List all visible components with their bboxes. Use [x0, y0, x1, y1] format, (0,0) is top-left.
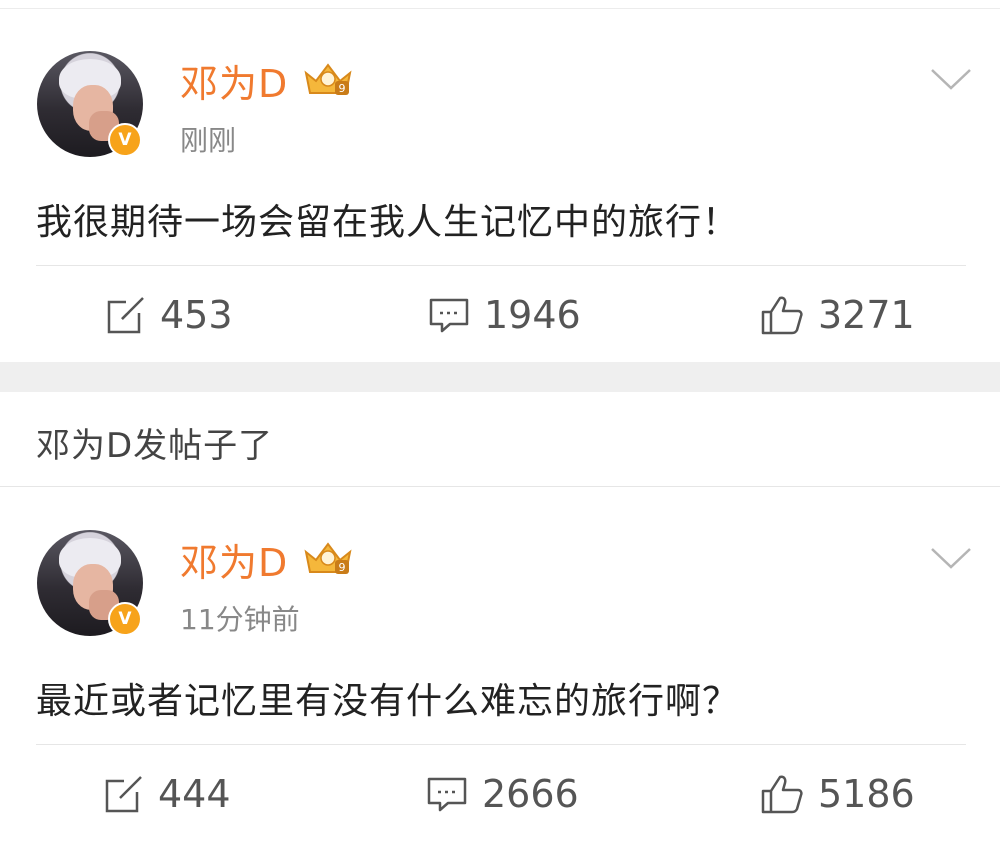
post-content: 最近或者记忆里有没有什么难忘的旅行啊？: [36, 681, 740, 722]
chevron-down-icon[interactable]: [930, 546, 972, 570]
comment-icon: [429, 298, 469, 333]
thumbs-up-icon: [761, 775, 803, 814]
verified-badge-icon: V: [108, 602, 142, 636]
level-number: 9: [339, 561, 346, 574]
crown-level-icon: 9: [304, 63, 352, 95]
author-name[interactable]: 邓为D: [180, 53, 288, 108]
like-button[interactable]: 3271: [760, 293, 915, 337]
like-button[interactable]: 5186: [760, 772, 915, 816]
top-divider: [0, 0, 1000, 9]
verified-badge-icon: V: [108, 123, 142, 157]
comment-count: 1946: [484, 293, 581, 337]
divider: [36, 265, 966, 266]
post-content: 我很期待一场会留在我人生记忆中的旅行！: [36, 202, 740, 243]
level-number: 9: [339, 82, 346, 95]
crown-level-icon: 9: [304, 542, 352, 574]
post-card: V 邓为D 9 11分钟前 最近或者记忆里有没有什么难忘的旅行啊？ 444 26…: [0, 488, 1000, 863]
post-time: 刚刚: [180, 124, 237, 157]
comment-button[interactable]: 1946: [428, 293, 581, 337]
thumbs-up-icon: [761, 296, 803, 335]
repost-count: 444: [158, 772, 231, 816]
like-count: 5186: [818, 772, 915, 816]
comment-count: 2666: [482, 772, 579, 816]
repost-icon: [105, 776, 144, 813]
section-gap: [0, 362, 1000, 392]
comment-button[interactable]: 2666: [426, 772, 579, 816]
author-name[interactable]: 邓为D: [180, 532, 288, 587]
repost-icon: [107, 297, 146, 334]
chevron-down-icon[interactable]: [930, 67, 972, 91]
repost-count: 453: [160, 293, 233, 337]
divider: [36, 744, 966, 745]
divider: [0, 486, 1000, 487]
like-count: 3271: [818, 293, 915, 337]
post-notice: 邓为D发帖子了: [36, 426, 274, 466]
repost-button[interactable]: 444: [104, 772, 231, 816]
post-time: 11分钟前: [180, 603, 300, 636]
comment-icon: [427, 777, 467, 812]
post-card: V 邓为D 9 刚刚 我很期待一场会留在我人生记忆中的旅行！ 453 1946 …: [0, 9, 1000, 361]
repost-button[interactable]: 453: [106, 293, 233, 337]
